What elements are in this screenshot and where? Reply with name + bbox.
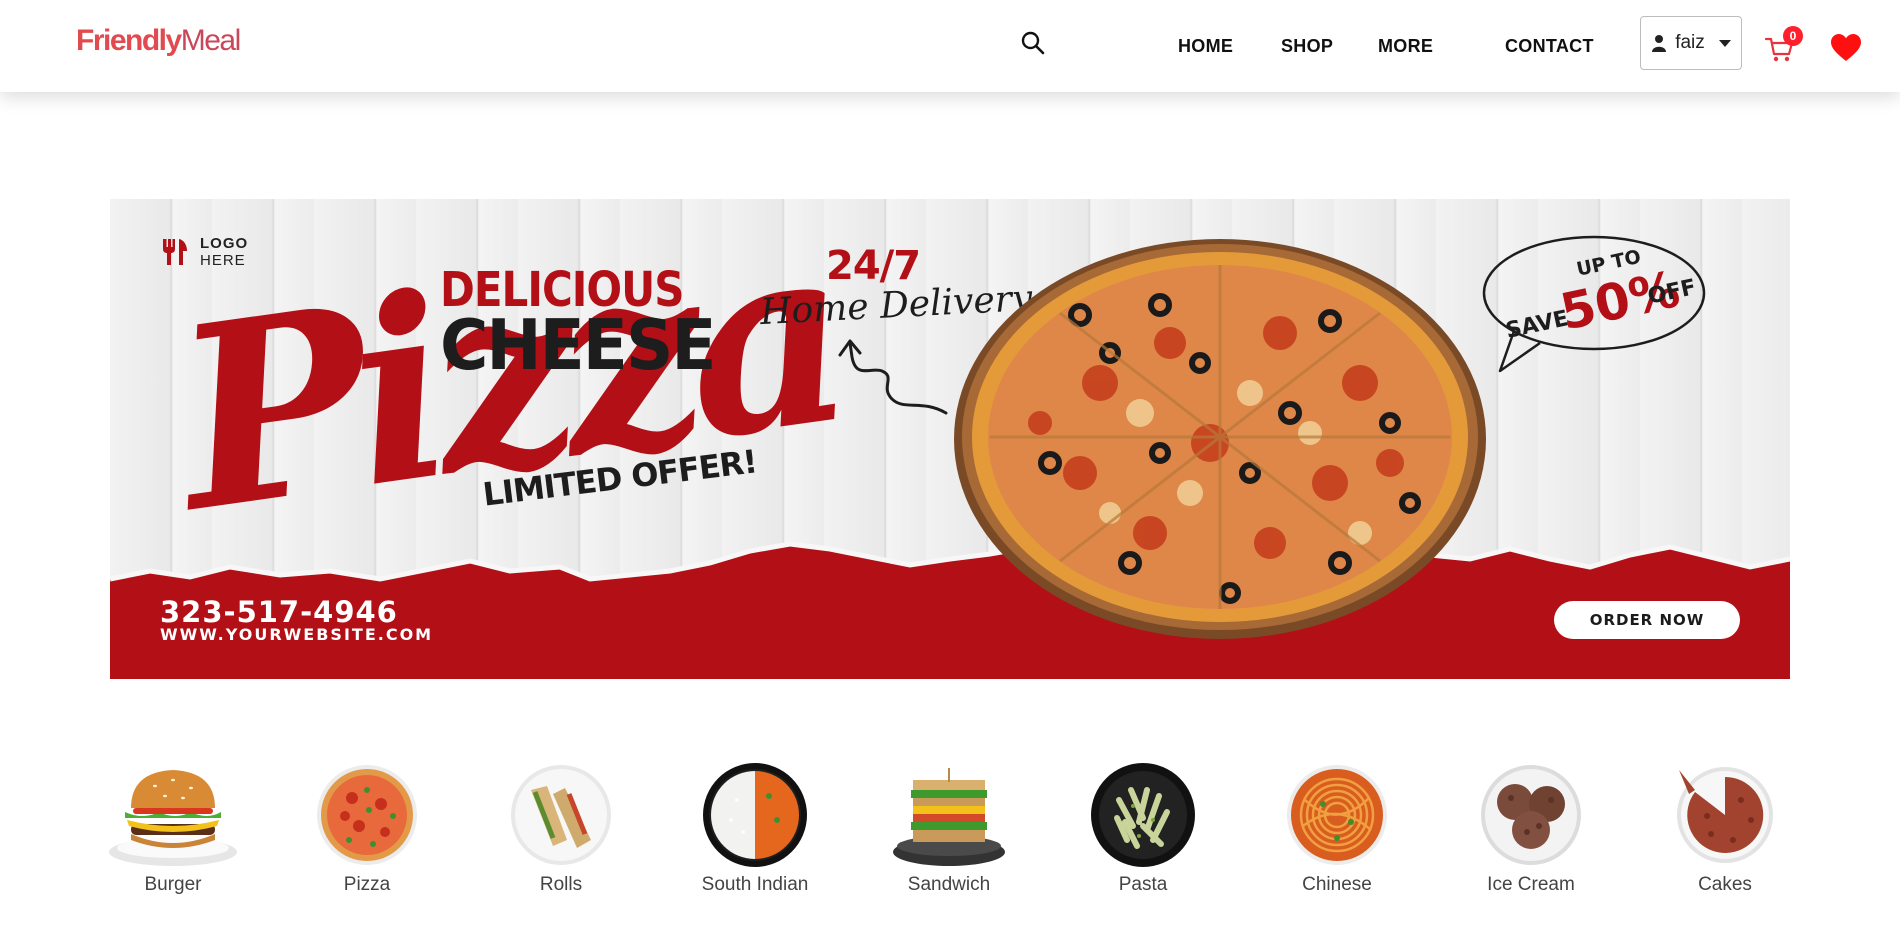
nav-more[interactable]: MORE (1378, 36, 1433, 57)
delivery-24-7-text: 24/7 (826, 243, 921, 289)
squiggle-arrow-icon (838, 339, 948, 415)
heart-icon[interactable] (1830, 33, 1862, 63)
category-label: Sandwich (907, 874, 991, 895)
chevron-down-icon (1718, 39, 1731, 47)
nav-home[interactable]: HOME (1178, 36, 1233, 57)
pasta-image (1091, 763, 1195, 867)
cake-image (1677, 767, 1773, 863)
category-rolls[interactable]: Rolls (476, 760, 646, 896)
site-logo[interactable]: FriendlyMeal (76, 24, 242, 58)
nav-contact[interactable]: CONTACT (1505, 36, 1594, 57)
category-label: Pasta (1118, 874, 1168, 895)
promo-banner[interactable]: LOGO HERE Pizza DELICIOUS CHEESE LIMITED… (110, 199, 1790, 679)
burger-image (109, 770, 237, 866)
search-icon[interactable] (1020, 30, 1046, 56)
category-ice-cream[interactable]: Ice Cream (1446, 760, 1616, 896)
banner-website: WWW.YOURWEBSITE.COM (160, 625, 434, 644)
banner-logo: LOGO HERE (160, 235, 248, 269)
category-label: Burger (144, 874, 202, 895)
category-burger[interactable]: Burger (88, 760, 258, 896)
category-south-indian[interactable]: South Indian (670, 760, 840, 896)
category-sandwich[interactable]: Sandwich (864, 760, 1034, 896)
pizza-image (954, 239, 1486, 639)
ice-cream-image (1481, 765, 1581, 865)
category-pasta[interactable]: Pasta (1058, 760, 1228, 896)
category-label: Chinese (1302, 874, 1372, 895)
category-label: Pizza (343, 874, 391, 895)
category-cakes[interactable]: Cakes (1640, 760, 1810, 896)
sandwich-image (893, 768, 1005, 866)
category-label: Cakes (1698, 874, 1752, 895)
category-pizza[interactable]: Pizza (282, 760, 452, 896)
cheese-text: CHEESE (440, 305, 716, 386)
user-menu-button[interactable]: faiz (1640, 16, 1742, 70)
order-now-button[interactable]: ORDER NOW (1554, 601, 1740, 639)
top-navbar: FriendlyMeal HOME SHOP MORE CONTACT faiz… (0, 0, 1900, 92)
logo-light-text: Meal (180, 24, 242, 57)
category-label: Rolls (539, 874, 583, 895)
banner-logo-line1: LOGO (200, 235, 249, 252)
discount-bubble: UP TO SAVE 50% OFF (1482, 235, 1706, 373)
rolls-image (511, 765, 611, 865)
chinese-noodles-image (1287, 765, 1387, 865)
user-name: faiz (1675, 32, 1705, 53)
fork-knife-icon (163, 239, 187, 265)
logo-bold-text: Friendly (76, 24, 182, 57)
category-label: South Indian (701, 874, 809, 895)
category-row: Burger Pizza Rolls South Indian Sandwich… (0, 760, 1900, 920)
south-indian-image (703, 763, 807, 867)
user-icon (1652, 35, 1667, 52)
category-label: Ice Cream (1487, 874, 1575, 895)
category-chinese[interactable]: Chinese (1252, 760, 1422, 896)
banner-phone: 323-517-4946 (160, 595, 398, 629)
cart-count-badge: 0 (1783, 26, 1803, 46)
nav-shop[interactable]: SHOP (1281, 36, 1333, 57)
pizza-thumb-image (317, 765, 417, 865)
